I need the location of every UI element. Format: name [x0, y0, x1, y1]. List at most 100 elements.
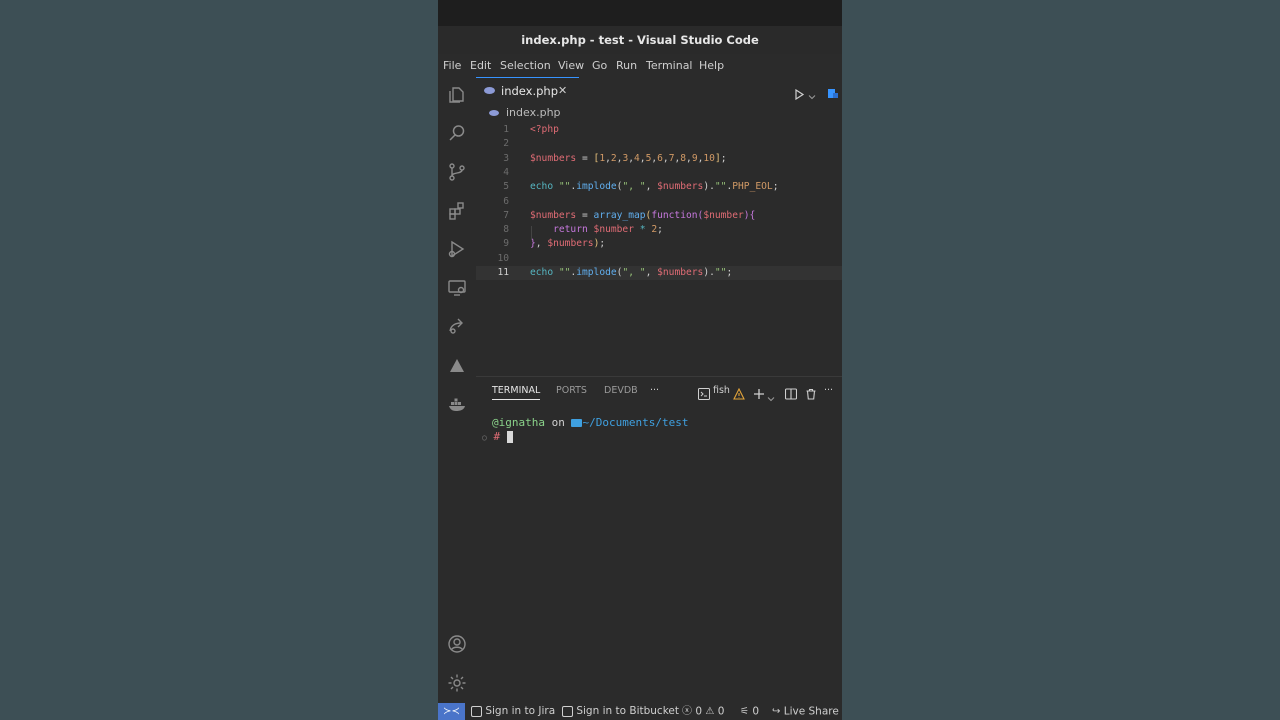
line-number: 10 [497, 252, 509, 264]
menu-file[interactable]: File [443, 54, 461, 77]
line-number: 5 [503, 181, 509, 193]
panel-actions-more-icon[interactable]: ··· [824, 385, 833, 396]
code-token: ; [720, 152, 727, 164]
code-line[interactable]: 4 [476, 166, 842, 180]
code-line[interactable]: 10 [476, 252, 842, 266]
code-token: , [645, 267, 658, 278]
run-options-chevron-icon[interactable] [808, 86, 816, 100]
at-icon: @ [492, 416, 499, 429]
code-token: implode [576, 181, 617, 193]
menu-help[interactable]: Help [699, 54, 724, 77]
remote-explorer-icon[interactable] [447, 278, 467, 298]
code-token: ", " [622, 267, 646, 278]
run-file-icon[interactable] [794, 85, 805, 101]
php-file-icon [484, 87, 495, 94]
terminal-shell-name[interactable]: fish [713, 385, 730, 396]
folder-icon [571, 419, 583, 427]
breadcrumb-file[interactable]: index.php [506, 104, 561, 122]
code-token: implode [576, 267, 617, 278]
tab-devdb[interactable]: DEVDB [604, 385, 638, 396]
bitbucket-status[interactable]: Sign in to Bitbucket [562, 703, 679, 720]
tab-index-php[interactable]: index.php ✕ [476, 77, 579, 104]
menu-run[interactable]: Run [616, 54, 637, 77]
php-file-icon [489, 110, 499, 116]
terminal-cursor [506, 431, 513, 443]
code-token: echo [530, 181, 559, 193]
code-token: echo [530, 267, 559, 278]
problems-status[interactable]: ⓧ 0 ⚠ 0 [682, 703, 724, 720]
menu-terminal[interactable]: Terminal [646, 54, 693, 77]
tab-close-icon[interactable]: ✕ [558, 78, 567, 104]
remote-indicator-icon[interactable]: ≻≺ [438, 703, 465, 720]
bitbucket-label: Sign in to Bitbucket [576, 705, 679, 717]
code-line[interactable]: 5 echo "".implode(", ", $numbers)."".PHP_… [476, 180, 842, 194]
code-line[interactable]: 7 $numbers = array_map(function($number){ [476, 209, 842, 223]
menu-bar: File Edit Selection View Go Run Terminal… [438, 54, 842, 77]
editor-tabs: index.php ✕ [476, 77, 842, 104]
menu-edit[interactable]: Edit [470, 54, 491, 77]
bottom-panel: TERMINAL PORTS DEVDB ··· fish ··· @ignat… [476, 376, 842, 704]
code-token: $number [593, 224, 634, 236]
search-icon[interactable] [447, 123, 467, 143]
terminal-shell-icon [698, 385, 710, 400]
explorer-icon[interactable] [447, 85, 467, 105]
warning-count: 0 [717, 705, 725, 718]
accounts-icon[interactable] [447, 634, 467, 654]
code-token: $number [703, 209, 744, 221]
menu-selection[interactable]: Selection [500, 54, 551, 77]
title-bar: index.php - test - Visual Studio Code [438, 26, 842, 54]
tab-ports[interactable]: PORTS [556, 385, 587, 396]
code-token: ; [726, 267, 733, 278]
code-line[interactable]: 11 echo "".implode(", ", $numbers).""; [476, 266, 842, 280]
live-share-label: Live Share [783, 705, 839, 718]
code-text: return $number * 2; [530, 223, 663, 237]
terminal-dropdown-chevron-icon[interactable] [767, 388, 775, 402]
ports-status[interactable]: ⚟ 0 [740, 703, 759, 720]
trash-icon[interactable] [805, 385, 817, 400]
terminal-path: ~/Documents/test [582, 416, 689, 429]
code-token: = [576, 209, 594, 221]
vscode-window: index.php - test - Visual Studio Code Fi… [438, 0, 842, 720]
warning-icon [733, 385, 745, 400]
code-text: }, $numbers); [530, 237, 605, 251]
atlassian-icon[interactable] [447, 356, 467, 376]
jira-icon [471, 705, 482, 717]
code-token: "" [714, 181, 727, 193]
code-editor[interactable]: 1 <?php 2 3 $numbers = [1,2,3,4,5,6,7,8,9,10… [476, 122, 842, 376]
code-line[interactable]: 1 <?php [476, 123, 842, 137]
code-line[interactable]: 6 [476, 195, 842, 209]
jira-status[interactable]: Sign in to Jira [471, 703, 555, 720]
new-terminal-icon[interactable] [753, 385, 765, 399]
code-line[interactable]: 2 [476, 137, 842, 151]
ports-count: 0 [752, 705, 759, 718]
docker-icon[interactable] [447, 394, 467, 414]
panel-more-icon[interactable]: ··· [650, 385, 659, 396]
code-token: ){ [743, 209, 756, 221]
live-share-status[interactable]: ↪ Live Share [772, 703, 839, 720]
live-share-icon[interactable] [447, 316, 467, 336]
run-debug-icon[interactable] [447, 239, 467, 259]
open-changes-icon[interactable] [827, 85, 839, 98]
code-line[interactable]: 3 $numbers = [1,2,3,4,5,6,7,8,9,10]; [476, 152, 842, 166]
terminal-input-line[interactable]: ○ # [482, 430, 513, 443]
jira-label: Sign in to Jira [485, 705, 556, 717]
error-count: 0 [695, 705, 703, 718]
settings-gear-icon[interactable] [447, 673, 467, 693]
error-icon: ⓧ [682, 706, 692, 717]
menu-view[interactable]: View [558, 54, 584, 77]
line-number: 6 [503, 195, 509, 207]
line-number: 7 [503, 209, 509, 221]
code-token: function [651, 209, 698, 221]
split-terminal-icon[interactable] [784, 385, 798, 400]
tab-terminal[interactable]: TERMINAL [492, 385, 541, 400]
source-control-icon[interactable] [447, 162, 467, 182]
line-number: 8 [503, 224, 509, 236]
code-token: return [530, 224, 594, 236]
line-number: 4 [503, 166, 509, 178]
code-token: 10 [703, 152, 715, 164]
extensions-icon[interactable] [447, 201, 467, 221]
code-token: $numbers [530, 152, 577, 164]
code-token: PHP_EOL [732, 181, 773, 193]
code-token: <?php [530, 124, 559, 135]
menu-go[interactable]: Go [592, 54, 607, 77]
